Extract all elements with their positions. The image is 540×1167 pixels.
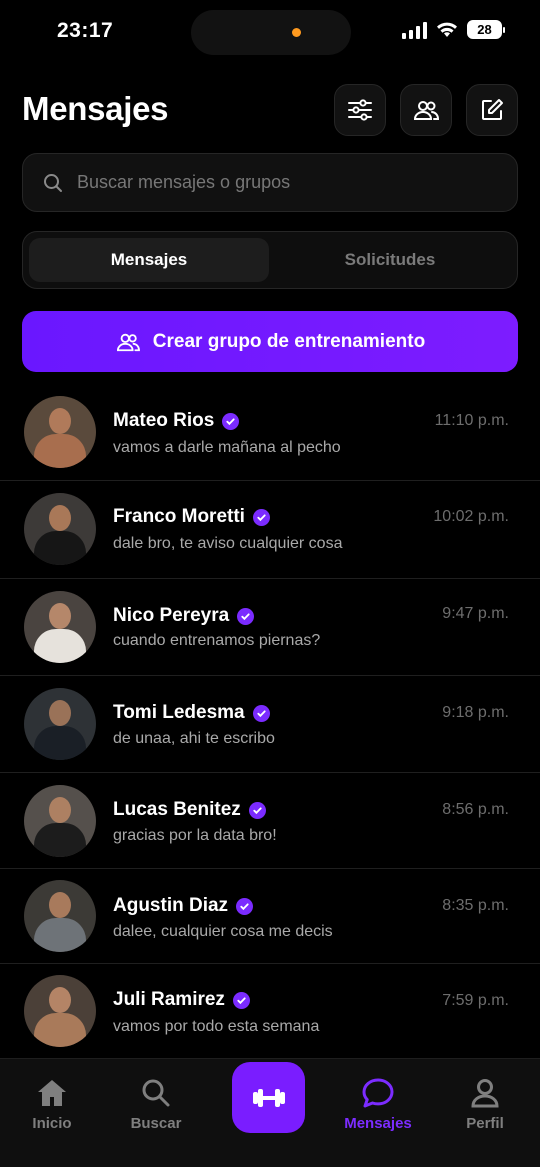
groups-button[interactable] xyxy=(400,84,452,136)
message-preview: vamos a darle mañana al pecho xyxy=(113,439,341,456)
message-preview: dale bro, te aviso cualquier cosa xyxy=(113,535,343,552)
conversation-row[interactable]: Juli Ramirez vamos por todo esta semana … xyxy=(0,964,540,1061)
conversation-row[interactable]: Tomi Ledesma de unaa, ahi te escribo 9:1… xyxy=(0,676,540,773)
message-time: 9:47 p.m. xyxy=(442,605,509,622)
conversation-list: Mateo Rios vamos a darle mañana al pecho… xyxy=(0,384,540,1061)
message-preview: dalee, cualquier cosa me decis xyxy=(113,923,333,940)
avatar xyxy=(24,493,96,565)
message-time: 8:35 p.m. xyxy=(442,897,509,914)
group-icon xyxy=(116,333,140,351)
person-icon xyxy=(471,1079,499,1108)
group-icon xyxy=(413,101,440,120)
create-group-label: Crear grupo de entrenamiento xyxy=(152,330,426,352)
home-icon xyxy=(38,1080,66,1106)
search-icon xyxy=(44,173,62,192)
conversation-row[interactable]: Nico Pereyra cuando entrenamos piernas? … xyxy=(0,579,540,676)
conversation-row[interactable]: Agustin Diaz dalee, cualquier cosa me de… xyxy=(0,869,540,964)
message-preview: cuando entrenamos piernas? xyxy=(113,632,321,649)
create-group-button[interactable]: Crear grupo de entrenamiento xyxy=(22,311,518,372)
conversation-row[interactable]: Lucas Benitez gracias por la data bro! 8… xyxy=(0,773,540,869)
compose-button[interactable] xyxy=(466,84,518,136)
search-input[interactable] xyxy=(77,172,477,193)
nav-messages[interactable]: Mensajes xyxy=(338,1077,418,1132)
avatar xyxy=(24,591,96,663)
status-time: 23:17 xyxy=(57,19,114,42)
dumbbell-icon xyxy=(252,1088,285,1107)
wifi-icon xyxy=(437,22,457,37)
verified-icon xyxy=(232,991,250,1009)
avatar xyxy=(24,785,96,857)
page-title: Mensajes xyxy=(22,90,169,127)
verified-icon xyxy=(248,801,266,819)
battery-icon: 28 xyxy=(467,20,505,39)
chat-icon xyxy=(362,1078,394,1108)
message-time: 9:18 p.m. xyxy=(442,704,509,721)
contact-name: Franco Moretti xyxy=(113,506,270,528)
message-preview: de unaa, ahi te escribo xyxy=(113,730,275,747)
verified-icon xyxy=(252,508,270,526)
message-preview: gracias por la data bro! xyxy=(113,827,277,844)
tab-solicitudes[interactable]: Solicitudes xyxy=(270,238,510,282)
contact-name: Tomi Ledesma xyxy=(113,702,270,724)
dynamic-island xyxy=(191,10,351,55)
contact-name: Nico Pereyra xyxy=(113,605,255,627)
bottom-nav: Inicio Buscar Mensajes Perfil xyxy=(0,1058,540,1167)
message-time: 10:02 p.m. xyxy=(433,508,509,525)
verified-icon xyxy=(252,704,270,722)
workout-button[interactable] xyxy=(232,1062,305,1133)
avatar xyxy=(24,396,96,468)
conversation-row[interactable]: Mateo Rios vamos a darle mañana al pecho… xyxy=(0,384,540,481)
conversation-row[interactable]: Franco Moretti dale bro, te aviso cualqu… xyxy=(0,481,540,579)
tab-bar: Mensajes Solicitudes xyxy=(22,231,518,289)
avatar xyxy=(24,975,96,1047)
message-time: 11:10 p.m. xyxy=(434,412,509,429)
nav-profile[interactable]: Perfil xyxy=(445,1077,525,1132)
search-bar[interactable] xyxy=(22,153,518,212)
avatar xyxy=(24,688,96,760)
filter-icon xyxy=(348,99,372,121)
status-icons: 28 xyxy=(402,20,505,39)
verified-icon xyxy=(222,412,240,430)
contact-name: Lucas Benitez xyxy=(113,799,266,821)
avatar xyxy=(24,880,96,952)
message-preview: vamos por todo esta semana xyxy=(113,1018,320,1035)
verified-icon xyxy=(237,607,255,625)
nav-search[interactable]: Buscar xyxy=(116,1077,196,1132)
contact-name: Juli Ramirez xyxy=(113,989,250,1011)
tab-mensajes[interactable]: Mensajes xyxy=(29,238,269,282)
contact-name: Mateo Rios xyxy=(113,410,240,432)
nav-home[interactable]: Inicio xyxy=(12,1077,92,1132)
compose-icon xyxy=(482,99,503,120)
message-time: 7:59 p.m. xyxy=(442,992,509,1009)
status-bar: 23:17 28 xyxy=(0,0,540,64)
message-time: 8:56 p.m. xyxy=(442,801,509,818)
signal-icon xyxy=(402,21,427,39)
search-icon xyxy=(142,1079,170,1107)
verified-icon xyxy=(236,897,254,915)
contact-name: Agustin Diaz xyxy=(113,895,254,917)
filter-button[interactable] xyxy=(334,84,386,136)
